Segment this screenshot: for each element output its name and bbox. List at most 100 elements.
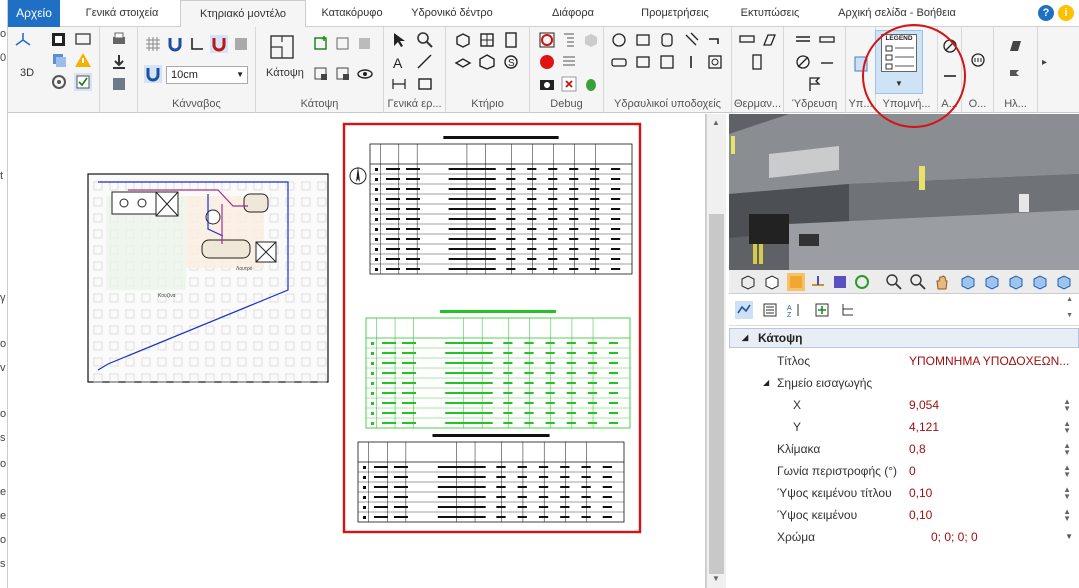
categorized-icon[interactable] — [761, 301, 779, 319]
property-value[interactable]: 0,8 — [909, 438, 926, 460]
red-circle-outline-icon[interactable] — [538, 31, 556, 49]
tab-vertical[interactable]: Κατακόρυφο — [308, 0, 396, 27]
color-cube-icon[interactable] — [831, 273, 849, 291]
dimension-icon[interactable] — [390, 75, 408, 93]
tab-prints[interactable]: Εκτυπώσεις — [730, 0, 810, 27]
tap-icon[interactable] — [706, 31, 724, 49]
spinner-arrows[interactable]: ▲ ▼ — [1063, 464, 1071, 479]
spinner-arrows[interactable]: ▲ ▼ — [1063, 420, 1071, 435]
properties-scroll-buttons[interactable]: ▲ ▼ — [1066, 296, 1073, 320]
flag-icon[interactable] — [806, 75, 824, 93]
spinner-arrows[interactable]: ▲ ▼ — [1063, 442, 1071, 457]
tab-building-model[interactable]: Κτηριακό μοντέλο — [180, 0, 306, 28]
property-value[interactable]: 0,10 — [909, 504, 932, 526]
drain-icon[interactable] — [682, 53, 700, 71]
hidden-line-cube-icon[interactable] — [763, 273, 781, 291]
electrical-flag-icon[interactable] — [1006, 67, 1024, 85]
tab-file[interactable]: Αρχείο — [8, 0, 60, 27]
properties-view-icon[interactable] — [735, 301, 753, 319]
property-value[interactable]: 0 — [909, 460, 916, 482]
floor-plan-icon[interactable] — [268, 33, 296, 61]
boiler-icon[interactable] — [748, 53, 766, 71]
door-icon[interactable] — [502, 31, 520, 49]
bidet-icon[interactable] — [658, 31, 676, 49]
download-icon[interactable] — [110, 53, 128, 71]
spinner-arrows[interactable]: ▲ ▼ — [1063, 486, 1071, 501]
wall-icon[interactable] — [454, 31, 472, 49]
camera-icon[interactable] — [538, 75, 556, 93]
add-floor-icon[interactable] — [312, 35, 330, 53]
checklist-icon[interactable] — [74, 73, 92, 91]
shaded-cube-icon[interactable] — [787, 273, 805, 291]
shower-icon[interactable] — [682, 31, 700, 49]
scroll-down-arrow[interactable]: ▼ — [712, 574, 720, 583]
copy-floor-icon[interactable] — [334, 35, 352, 53]
wall-snap-icon[interactable] — [232, 35, 250, 53]
grid-size-select[interactable]: 10cm ▼ — [166, 66, 248, 84]
view-3d-label[interactable]: 3D — [20, 67, 34, 79]
property-row-color[interactable]: Χρώμα 0; 0; 0; 0 ▼ — [729, 526, 1079, 548]
tab-general[interactable]: Γενικά στοιχεία — [70, 0, 174, 27]
property-row-x[interactable]: X 9,054 ▲ ▼ — [729, 394, 1079, 416]
property-row-y[interactable]: Y 4,121 ▲ ▼ — [729, 416, 1079, 438]
property-row-rotation[interactable]: Γωνία περιστροφής (°) 0 ▲ ▼ — [729, 460, 1079, 482]
screen-icon[interactable] — [74, 31, 92, 49]
wireframe-cube-icon[interactable] — [739, 273, 757, 291]
select-cursor-icon[interactable] — [390, 31, 408, 49]
zoom-icon[interactable] — [416, 31, 434, 49]
properties-section-header[interactable]: ◢ Κάτοψη — [729, 328, 1079, 348]
list-icon[interactable] — [560, 53, 578, 71]
grid-magnet-icon[interactable] — [144, 65, 162, 83]
slab-icon[interactable] — [454, 53, 472, 71]
property-row-title[interactable]: Τίτλος ΥΠΟΜΝΗΜΑ ΥΠΟΔΟΧΕΩΝ... — [729, 350, 1079, 372]
basin-icon[interactable] — [634, 31, 652, 49]
property-value[interactable]: 0; 0; 0; 0 — [931, 526, 978, 548]
electrical-panel-icon[interactable] — [1006, 37, 1024, 55]
view-iso-icon[interactable] — [1031, 273, 1049, 291]
property-row-title-text-height[interactable]: Ύψος κειμένου τίτλου 0,10 ▲ ▼ — [729, 482, 1079, 504]
axes-3d-icon[interactable] — [14, 31, 32, 49]
info-icon[interactable]: i — [1058, 5, 1074, 21]
bug-icon[interactable] — [582, 75, 600, 93]
view-top-icon[interactable] — [983, 273, 1001, 291]
tab-bill-of-quantities[interactable]: Προμετρήσεις — [623, 0, 727, 27]
box-icon[interactable] — [582, 31, 600, 49]
ribbon-scroll-arrow[interactable]: ▸ — [1042, 57, 1047, 68]
pipe-segment-icon[interactable] — [818, 31, 836, 49]
red-dot-icon[interactable] — [538, 53, 556, 71]
settings-icon[interactable] — [50, 73, 68, 91]
chevron-down-icon[interactable]: ▼ — [1065, 526, 1073, 548]
scrollbar-thumb[interactable] — [709, 214, 724, 574]
cube-icon[interactable] — [478, 53, 496, 71]
tree-expand-icon[interactable] — [839, 301, 857, 319]
layers-icon[interactable] — [50, 51, 68, 69]
panel-icon[interactable] — [760, 31, 778, 49]
delete-floor-icon[interactable] — [356, 35, 374, 53]
property-value[interactable]: 9,054 — [909, 394, 939, 416]
property-value[interactable]: 4,121 — [909, 416, 939, 438]
radiator-icon[interactable] — [738, 31, 756, 49]
view-side-icon[interactable] — [1007, 273, 1025, 291]
window-icon[interactable] — [478, 31, 496, 49]
measure-icon[interactable] — [416, 53, 434, 71]
shaft-icon[interactable]: S — [502, 53, 520, 71]
tree-icon[interactable] — [560, 31, 578, 49]
rectangle-tool-icon[interactable] — [416, 75, 434, 93]
visibility-eye-icon[interactable] — [356, 65, 374, 83]
view-back-icon[interactable] — [1055, 273, 1073, 291]
drawing-canvas[interactable]: Κουζίνα Λουτρό — [8, 114, 706, 588]
snap-magnet-icon[interactable] — [166, 35, 184, 53]
add-item-icon[interactable] — [813, 301, 831, 319]
property-row-scale[interactable]: Κλίμακα 0,8 ▲ ▼ — [729, 438, 1079, 460]
floor-down-icon[interactable] — [334, 65, 352, 83]
property-row-insertion-point[interactable]: ◢ Σημείο εισαγωγής — [729, 372, 1079, 394]
riser-icon[interactable] — [818, 53, 836, 71]
wc-icon[interactable] — [610, 31, 628, 49]
zoom-extents-icon[interactable] — [909, 273, 927, 291]
bath-icon[interactable] — [610, 53, 628, 71]
collapse-arrow-icon[interactable]: ◢ — [742, 329, 748, 347]
tab-misc[interactable]: Διάφορα — [533, 0, 613, 27]
zoom-in-icon[interactable] — [885, 273, 903, 291]
text-tool-icon[interactable]: A — [390, 53, 408, 71]
print-icon[interactable] — [110, 31, 128, 49]
